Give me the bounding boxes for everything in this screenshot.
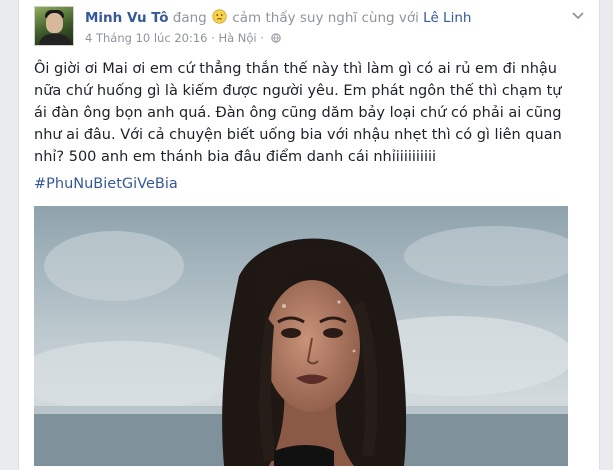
author-name[interactable]: Minh Vu Tô <box>85 10 168 26</box>
meta-separator: · <box>211 31 215 45</box>
post-card: Minh Vu Tô đang cảm thấy suy nghĩ cùng v… <box>18 0 600 470</box>
hashtag-link[interactable]: #PhuNuBietGiVeBia <box>34 176 178 192</box>
author-avatar[interactable] <box>34 6 74 46</box>
avatar-shirt <box>39 34 71 45</box>
post-photo[interactable] <box>34 206 568 466</box>
globe-icon[interactable] <box>270 33 281 43</box>
chevron-down-icon[interactable] <box>571 11 585 21</box>
meta-separator-2: · <box>260 31 264 45</box>
avatar-face <box>46 13 63 33</box>
post-meta: 4 Tháng 10 lúc 20:16 · Hà Nội · <box>85 31 281 45</box>
post-text: Ôi giời ơi Mai ơi em cứ thẳng thắn thế n… <box>34 61 562 165</box>
tagged-friend[interactable]: Lê Linh <box>423 10 471 26</box>
feeling-text: cảm thấy suy nghĩ cùng với <box>232 10 419 26</box>
post-location[interactable]: Hà Nội <box>218 31 256 45</box>
woman-portrait-image <box>34 206 568 466</box>
post-timestamp[interactable]: 4 Tháng 10 lúc 20:16 <box>85 31 207 45</box>
post-headline: Minh Vu Tô đang cảm thấy suy nghĩ cùng v… <box>85 9 471 27</box>
thinking-emoji-icon <box>212 9 227 24</box>
feeling-prefix: đang <box>172 10 207 26</box>
